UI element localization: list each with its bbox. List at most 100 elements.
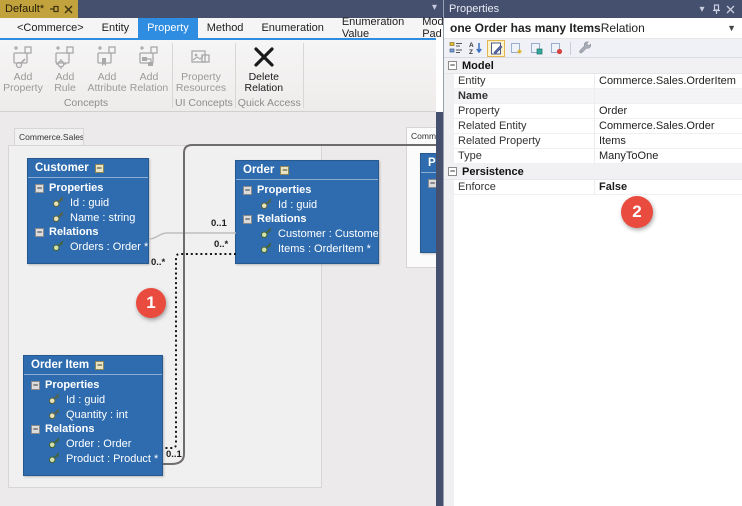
add-property-button[interactable]: AddProperty bbox=[2, 42, 44, 94]
add-rule-button[interactable]: AddRule bbox=[44, 42, 86, 94]
property-value[interactable]: Commerce.Sales.Order bbox=[595, 119, 742, 133]
add-relation-button[interactable]: AddRelation bbox=[128, 42, 170, 94]
member-quantity-int[interactable]: Quantity : int bbox=[24, 407, 162, 422]
entity-header[interactable]: Customer− bbox=[28, 159, 148, 178]
wrench-icon[interactable] bbox=[576, 40, 594, 57]
property-value[interactable]: Commerce.Sales.OrderItem bbox=[595, 74, 742, 88]
entity-header[interactable]: Order− bbox=[236, 161, 378, 180]
property-name: Related Property bbox=[454, 134, 595, 148]
panel-splitter[interactable] bbox=[436, 112, 443, 506]
document-tab-default[interactable]: Default* bbox=[0, 0, 78, 18]
properties-title-bar[interactable]: Properties ▾ bbox=[444, 0, 742, 18]
section-label: Properties bbox=[257, 184, 311, 196]
chevron-down-icon[interactable]: ▾ bbox=[432, 2, 437, 13]
entity-customer[interactable]: Customer−−PropertiesId : guidName : stri… bbox=[27, 158, 149, 264]
property-value[interactable]: Order bbox=[595, 104, 742, 118]
svg-text:Z: Z bbox=[469, 49, 473, 55]
chevron-down-icon[interactable]: ▾ bbox=[695, 3, 709, 15]
grid-margin-strip bbox=[444, 74, 454, 88]
member-product-product[interactable]: Product : Product * bbox=[24, 451, 162, 466]
ribbon-tab-enumeration[interactable]: Enumeration bbox=[252, 18, 332, 38]
collapse-icon[interactable]: − bbox=[31, 425, 40, 434]
entity-order[interactable]: Order−−PropertiesId : guid−RelationsCust… bbox=[235, 160, 379, 264]
section-properties[interactable]: −Properties bbox=[236, 183, 378, 197]
section-properties[interactable]: −Properties bbox=[24, 378, 162, 392]
entity-name: Order Item bbox=[31, 359, 89, 371]
grid-category-persistence[interactable]: −Persistence bbox=[444, 164, 742, 180]
collapse-icon[interactable]: − bbox=[35, 184, 44, 193]
section-label: Properties bbox=[49, 182, 103, 194]
property-name: Name bbox=[454, 89, 595, 103]
section-properties[interactable]: −Properties bbox=[28, 181, 148, 195]
pin-icon[interactable] bbox=[709, 3, 723, 15]
member-id-guid[interactable]: Id : guid bbox=[24, 392, 162, 407]
page-edit-icon[interactable] bbox=[487, 40, 505, 57]
delete-relation-button[interactable]: DeleteRelation bbox=[238, 42, 290, 94]
entity-body: −PropertiesId : guid−RelationsCustomer :… bbox=[236, 180, 378, 256]
member-label: Product : Product * bbox=[66, 453, 158, 465]
close-icon[interactable] bbox=[64, 4, 73, 15]
member-order-order[interactable]: Order : Order bbox=[24, 436, 162, 451]
member-label: Quantity : int bbox=[66, 409, 128, 421]
collapse-icon[interactable]: − bbox=[243, 215, 252, 224]
member-label: Id : guid bbox=[70, 197, 109, 209]
page-link-icon[interactable] bbox=[527, 40, 545, 57]
section-relations[interactable]: −Relations bbox=[24, 422, 162, 436]
grid-category-model[interactable]: −Model bbox=[444, 58, 742, 74]
member-orders-order[interactable]: Orders : Order * bbox=[28, 239, 148, 254]
ribbon-tab-property[interactable]: Property bbox=[138, 18, 198, 38]
property-resources-button[interactable]: PropertyResources bbox=[175, 42, 227, 94]
section-label: Properties bbox=[45, 379, 99, 391]
ribbon-group-ui-concepts: PropertyResourcesUI Concepts bbox=[173, 40, 235, 111]
collapse-icon[interactable]: − bbox=[95, 361, 104, 370]
ribbon-group-label: Concepts bbox=[2, 96, 170, 111]
member-label: Items : OrderItem * bbox=[278, 243, 371, 255]
page-delete-icon[interactable] bbox=[547, 40, 565, 57]
annotation-badge-1: 1 bbox=[136, 288, 166, 318]
collapse-icon[interactable]: − bbox=[280, 166, 289, 175]
member-label: Id : guid bbox=[278, 199, 317, 211]
collapse-icon[interactable]: − bbox=[95, 164, 104, 173]
diagram-group-tab-2[interactable]: Comme bbox=[406, 127, 436, 146]
ribbon-tab-entity[interactable]: Entity bbox=[93, 18, 139, 38]
member-id-guid[interactable]: Id : guid bbox=[28, 195, 148, 210]
collapse-icon[interactable]: − bbox=[35, 228, 44, 237]
entity-order-item[interactable]: Order Item−−PropertiesId : guidQuantity … bbox=[23, 355, 163, 476]
sort-alphabetical-icon[interactable]: AZ bbox=[467, 40, 485, 57]
add-attribute-button[interactable]: AddAttribute bbox=[86, 42, 128, 94]
entity-header[interactable]: Order Item− bbox=[24, 356, 162, 375]
property-value[interactable]: ManyToOne bbox=[595, 149, 742, 163]
member-name-string[interactable]: Name : string bbox=[28, 210, 148, 225]
relation-key-icon bbox=[52, 239, 65, 255]
member-customer-customer[interactable]: Customer : Customer bbox=[236, 226, 378, 241]
object-selector-combobox[interactable]: one Order has many Items Relation ▼ bbox=[444, 18, 742, 39]
member-id-guid[interactable]: Id : guid bbox=[236, 197, 378, 212]
close-icon[interactable] bbox=[723, 3, 737, 15]
add-rule-icon bbox=[52, 44, 78, 70]
property-value[interactable]: Items bbox=[595, 134, 742, 148]
grid-row-property: PropertyOrder bbox=[444, 104, 742, 119]
categorized-icon[interactable] bbox=[447, 40, 465, 57]
ribbon-tab-method[interactable]: Method bbox=[198, 18, 253, 38]
page-add-icon[interactable] bbox=[507, 40, 525, 57]
grid-row-enforce: EnforceFalse bbox=[444, 180, 742, 195]
diagram-group-tab-commerce-sales[interactable]: Commerce.Sales bbox=[14, 128, 84, 146]
pin-icon[interactable] bbox=[49, 4, 59, 15]
collapse-icon[interactable]: − bbox=[243, 186, 252, 195]
grid-margin-strip bbox=[444, 149, 454, 163]
ribbon-tab-commerce[interactable]: <Commerce> bbox=[8, 18, 93, 38]
property-value[interactable]: False bbox=[595, 180, 742, 194]
collapse-icon[interactable]: − bbox=[448, 61, 457, 70]
collapse-icon[interactable]: − bbox=[31, 381, 40, 390]
ribbon-tab-enumeration-value[interactable]: Enumeration Value bbox=[333, 18, 413, 38]
property-name: Enforce bbox=[454, 180, 595, 194]
property-value[interactable] bbox=[595, 89, 742, 103]
section-relations[interactable]: −Relations bbox=[28, 225, 148, 239]
ribbon-group-label: Quick Access bbox=[238, 96, 301, 111]
member-items-orderitem[interactable]: Items : OrderItem * bbox=[236, 241, 378, 256]
multiplicity-label: 0..1 bbox=[211, 218, 227, 229]
multiplicity-label: 0..1 bbox=[166, 449, 182, 460]
add-property-icon bbox=[10, 44, 36, 70]
section-relations[interactable]: −Relations bbox=[236, 212, 378, 226]
collapse-icon[interactable]: − bbox=[448, 167, 457, 176]
